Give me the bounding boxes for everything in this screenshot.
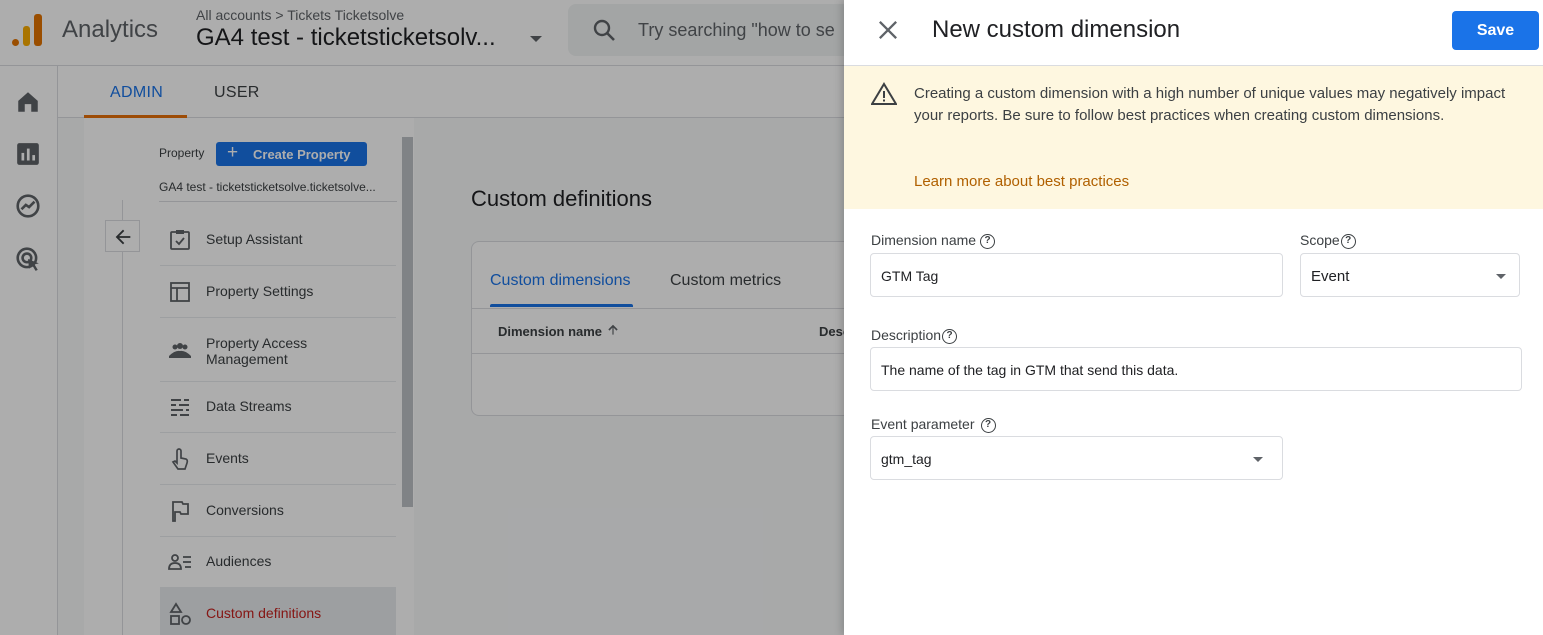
- description-label: Description?: [871, 327, 958, 344]
- modal-scrim[interactable]: [0, 0, 844, 635]
- dimension-name-label-text: Dimension name: [871, 232, 977, 248]
- scope-label-text: Scope: [1300, 232, 1340, 248]
- dimension-name-field[interactable]: GTM Tag: [870, 253, 1283, 297]
- dimension-name-label: Dimension name?: [871, 232, 996, 249]
- event-parameter-select[interactable]: gtm_tag: [870, 436, 1283, 480]
- event-parameter-label-text: Event parameter: [871, 416, 975, 432]
- scope-label: Scope?: [1300, 232, 1356, 249]
- event-parameter-label: Event parameter?: [871, 416, 996, 433]
- scope-value: Event: [1311, 268, 1350, 285]
- help-icon[interactable]: ?: [980, 418, 996, 433]
- warning-icon: [871, 82, 897, 105]
- dimension-name-value: GTM Tag: [881, 268, 939, 284]
- help-icon[interactable]: ?: [980, 234, 996, 249]
- description-value: The name of the tag in GTM that send thi…: [881, 362, 1179, 378]
- save-button[interactable]: Save: [1452, 11, 1539, 50]
- dropdown-arrow-icon: [1496, 274, 1506, 279]
- help-icon[interactable]: ?: [1340, 234, 1356, 249]
- dropdown-arrow-icon: [1253, 457, 1263, 462]
- new-custom-dimension-sheet: New custom dimension Save Creating a cus…: [844, 0, 1543, 635]
- sheet-title: New custom dimension: [932, 16, 1181, 43]
- help-icon[interactable]: ?: [942, 329, 958, 344]
- event-parameter-value: gtm_tag: [881, 451, 932, 467]
- learn-more-link[interactable]: Learn more about best practices: [914, 173, 1129, 190]
- warning-text: Creating a custom dimension with a high …: [914, 85, 1506, 124]
- description-label-text: Description: [871, 327, 942, 343]
- scope-select[interactable]: Event: [1300, 253, 1520, 297]
- warning-banner: Creating a custom dimension with a high …: [844, 66, 1543, 209]
- close-icon[interactable]: [874, 16, 902, 44]
- sheet-header: New custom dimension Save: [844, 0, 1543, 66]
- description-field[interactable]: The name of the tag in GTM that send thi…: [870, 347, 1522, 391]
